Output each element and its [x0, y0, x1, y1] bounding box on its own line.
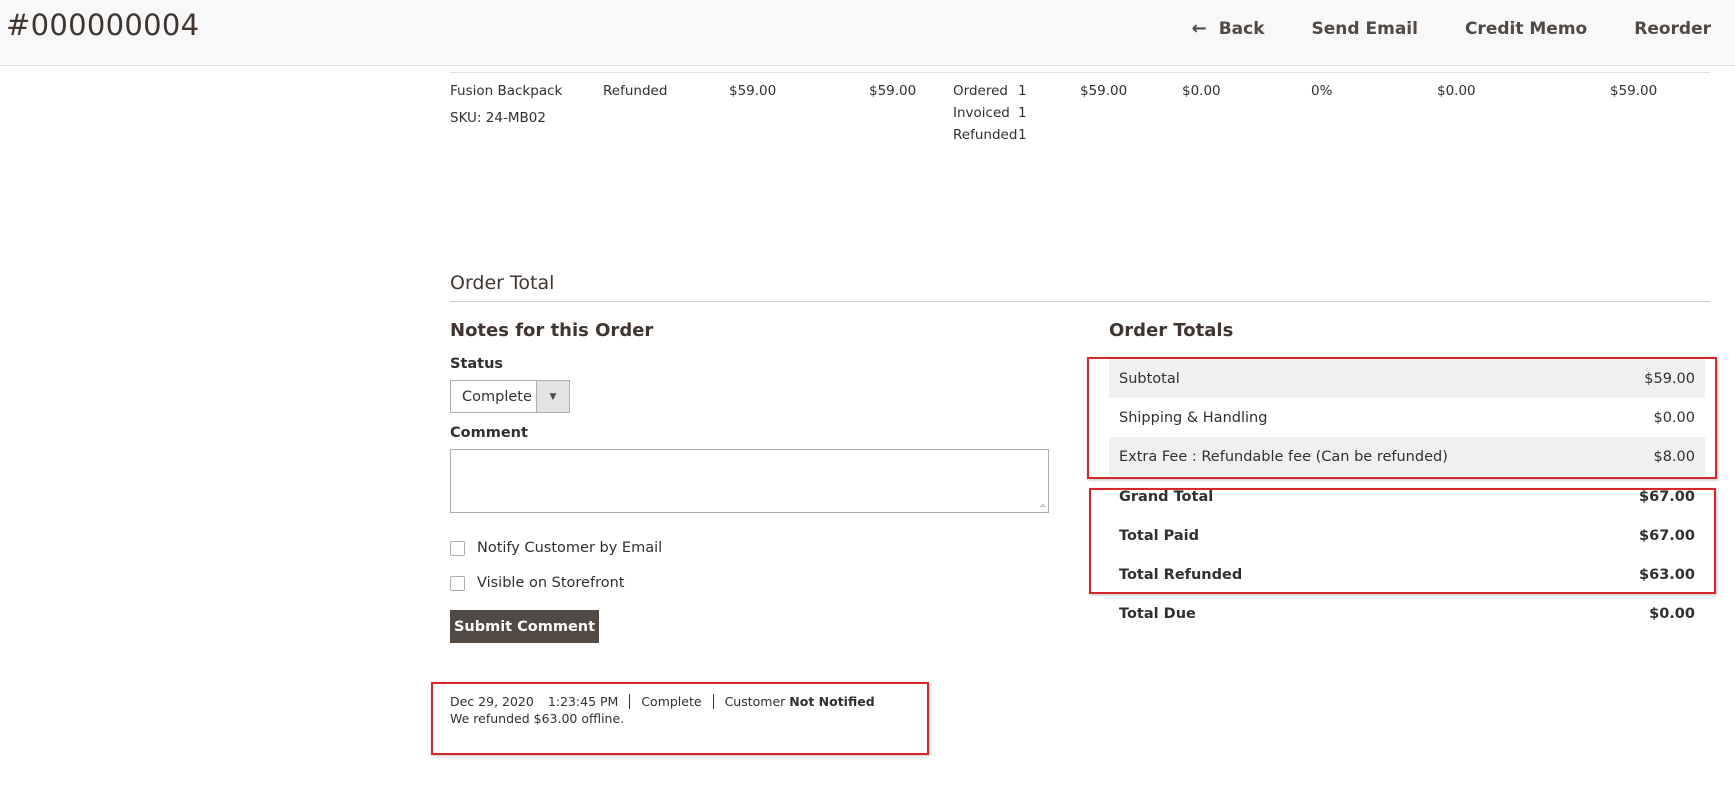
totals-highlight-box [1089, 488, 1716, 594]
history-status: Complete [641, 694, 702, 709]
totals-value: $0.00 [1649, 605, 1695, 622]
history-time: 1:23:45 PM [547, 694, 619, 709]
history-date: Dec 29, 2020 [450, 694, 534, 709]
item-tax-percent: 0% [1311, 83, 1333, 99]
history-customer-prefix: Customer [724, 694, 786, 709]
status-label: Status [450, 356, 504, 372]
qty-value-invoiced: 1 [1018, 105, 1027, 121]
history-divider [629, 694, 631, 709]
notify-customer-label: Notify Customer by Email [477, 540, 663, 556]
notes-title: Notes for this Order [450, 320, 654, 341]
items-table-top-rule [450, 72, 1710, 73]
credit-memo-button[interactable]: Credit Memo [1465, 16, 1587, 41]
item-row-total: $59.00 [1610, 83, 1658, 99]
history-customer-state: Not Notified [789, 694, 875, 709]
submit-comment-button[interactable]: Submit Comment [450, 610, 599, 643]
resize-handle-icon[interactable]: ∸ [1039, 503, 1047, 512]
qty-label-ordered: Ordered [953, 83, 1008, 99]
qty-value-refunded: 1 [1018, 127, 1027, 143]
item-status: Refunded [603, 83, 668, 99]
history-divider [712, 694, 714, 709]
qty-value-ordered: 1 [1018, 83, 1027, 99]
visible-storefront-label: Visible on Storefront [477, 575, 625, 591]
notify-customer-checkbox[interactable] [450, 540, 465, 556]
reorder-button[interactable]: Reorder [1634, 16, 1711, 41]
item-original-price: $59.00 [729, 83, 777, 99]
order-total-section-title: Order Total [450, 272, 555, 294]
totals-label: Total Due [1119, 605, 1196, 622]
history-comment: We refunded $63.00 offline. [450, 711, 625, 726]
visible-storefront-checkbox[interactable] [450, 575, 465, 591]
status-select-value: Complete [462, 388, 532, 405]
chevron-down-icon[interactable]: ▼ [536, 381, 569, 412]
send-email-button[interactable]: Send Email [1312, 16, 1418, 41]
item-subtotal: $59.00 [1080, 83, 1128, 99]
back-button[interactable]: ← Back [1192, 16, 1265, 41]
item-sku: SKU: 24-MB02 [450, 110, 546, 126]
comment-label: Comment [450, 425, 528, 441]
page-title: #000000004 [6, 8, 200, 42]
item-name: Fusion Backpack [450, 83, 563, 99]
qty-label-refunded: Refunded [953, 127, 1018, 143]
page-header: #000000004 ← Back Send Email Credit Memo… [0, 0, 1735, 66]
totals-row-total-due: Total Due $0.00 [1109, 594, 1705, 633]
totals-highlight-box [1087, 357, 1717, 479]
arrow-left-icon: ← [1191, 18, 1207, 39]
back-label: Back [1218, 18, 1265, 39]
visible-storefront-row[interactable]: Visible on Storefront [450, 575, 624, 591]
order-totals-title: Order Totals [1109, 320, 1234, 341]
item-discount: $0.00 [1437, 83, 1476, 99]
comment-textarea[interactable]: ∸ [450, 449, 1049, 513]
notify-customer-row[interactable]: Notify Customer by Email [450, 540, 662, 556]
status-select[interactable]: Complete ▼ [450, 380, 570, 413]
qty-label-invoiced: Invoiced [953, 105, 1010, 121]
item-price: $59.00 [869, 83, 917, 99]
history-meta: Dec 29, 2020 1:23:45 PM Complete Custome… [450, 694, 875, 709]
header-actions: ← Back Send Email Credit Memo Reorder [1145, 16, 1711, 41]
item-tax-amount: $0.00 [1182, 83, 1221, 99]
section-divider [450, 301, 1710, 302]
